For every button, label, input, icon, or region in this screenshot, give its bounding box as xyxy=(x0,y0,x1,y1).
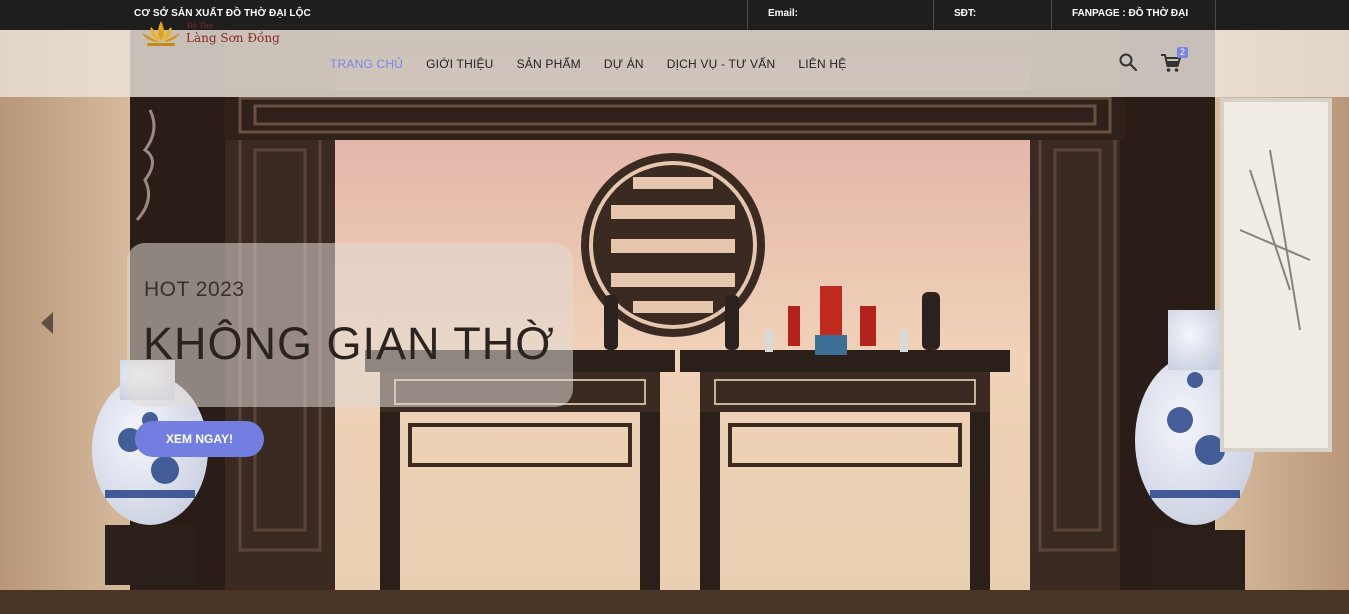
contact-email[interactable]: Email: HungBoa5075@gmail.com xyxy=(747,0,933,47)
main-nav: TRANG CHỦ GIỚI THIỆU SẢN PHẨM DỰ ÁN DỊCH… xyxy=(330,30,869,97)
slide-title: KHÔNG GIAN THỜ xyxy=(143,318,555,369)
nav-item-contact[interactable]: LIÊN HỆ xyxy=(798,57,846,71)
nav-item-services[interactable]: DỊCH VỤ - TƯ VẤN xyxy=(667,57,776,71)
nav-item-products[interactable]: SẢN PHẨM xyxy=(517,57,581,71)
contact-fanpage[interactable]: FANPAGE : ĐỒ THỜ ĐẠI LỘC xyxy=(1051,0,1216,47)
cart-count-badge: 2 xyxy=(1177,47,1188,58)
nav-item-about[interactable]: GIỚI THIỆU xyxy=(426,57,493,71)
contact-phone[interactable]: SĐT: 0396297856 xyxy=(933,0,1051,47)
logo-tagline: Đồ Thờ xyxy=(187,22,213,30)
nav-item-projects[interactable]: DỰ ÁN xyxy=(604,57,644,71)
chevron-left-icon[interactable] xyxy=(38,310,56,336)
logo-name: Làng Sơn Đồng xyxy=(186,31,280,45)
lotus-logo-icon xyxy=(142,21,180,46)
nav-item-home[interactable]: TRANG CHỦ xyxy=(330,57,403,71)
slide-eyebrow: HOT 2023 xyxy=(144,278,245,301)
search-icon[interactable] xyxy=(1118,52,1138,72)
view-now-button[interactable]: XEM NGAY! xyxy=(135,421,264,457)
site-logo[interactable]: Đồ Thờ Làng Sơn Đồng xyxy=(139,17,280,49)
